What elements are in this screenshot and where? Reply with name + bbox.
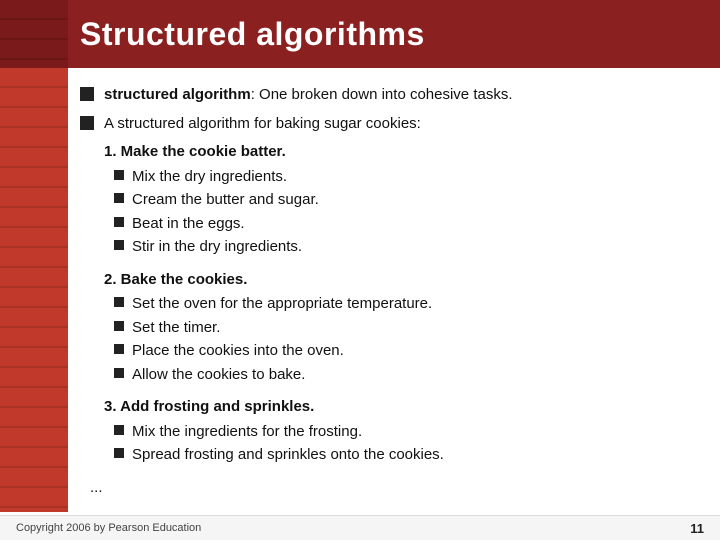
sub-bullet-marker [114,193,124,203]
section-1-title: 1. Make the cookie batter. [104,141,696,164]
bullet-1-term: structured algorithm [104,86,251,103]
footer: Copyright 2006 by Pearson Education 11 [0,515,720,540]
sub-bullet-2-3-text: Place the cookies into the oven. [132,340,344,363]
sub-bullet-1-2-text: Cream the butter and sugar. [132,189,319,212]
slide-content: structured algorithm: One broken down in… [0,68,720,515]
section-3: 3. Add frosting and sprinkles. Mix the i… [104,396,696,467]
sub-bullet-1-3-text: Beat in the eggs. [132,213,245,236]
sub-bullet-3-2: Spread frosting and sprinkles onto the c… [114,444,696,467]
sub-bullet-marker [114,297,124,307]
slide: Structured algorithms structured algorit… [0,0,720,540]
section-2-title: 2. Bake the cookies. [104,269,696,292]
sub-bullet-1-4: Stir in the dry ingredients. [114,236,696,259]
sub-bullet-3-1-text: Mix the ingredients for the frosting. [132,421,362,444]
sub-bullet-marker [114,425,124,435]
section-1: 1. Make the cookie batter. Mix the dry i… [104,141,696,259]
header: Structured algorithms [0,0,720,68]
bullet-marker-1 [80,87,94,101]
bullet-1-definition: : One broken down into cohesive tasks. [251,86,513,103]
sub-bullet-marker [114,321,124,331]
sub-bullet-1-3: Beat in the eggs. [114,213,696,236]
bullet-item-2: A structured algorithm for baking sugar … [80,113,696,136]
sub-bullet-3-2-text: Spread frosting and sprinkles onto the c… [132,444,444,467]
sub-bullet-1-1: Mix the dry ingredients. [114,166,696,189]
bullet-item-1: structured algorithm: One broken down in… [80,84,696,107]
sub-bullet-marker [114,344,124,354]
sub-bullet-2-2-text: Set the timer. [132,317,220,340]
sub-bullet-marker [114,240,124,250]
ellipsis-text: ... [90,477,696,500]
sub-bullet-2-1-text: Set the oven for the appropriate tempera… [132,293,432,316]
footer-copyright: Copyright 2006 by Pearson Education [16,522,201,534]
header-brick-decoration [0,0,68,68]
sub-bullet-marker [114,217,124,227]
sub-bullet-2-1: Set the oven for the appropriate tempera… [114,293,696,316]
sub-bullet-2-2: Set the timer. [114,317,696,340]
footer-page-number: 11 [690,521,704,536]
side-brick-decoration [0,68,68,512]
sub-bullet-marker [114,368,124,378]
sub-bullet-1-4-text: Stir in the dry ingredients. [132,236,302,259]
sub-bullet-2-4-text: Allow the cookies to bake. [132,364,305,387]
section-3-title: 3. Add frosting and sprinkles. [104,396,696,419]
sub-bullet-3-1: Mix the ingredients for the frosting. [114,421,696,444]
section-2: 2. Bake the cookies. Set the oven for th… [104,269,696,387]
bullet-2-intro: A structured algorithm for baking sugar … [104,115,421,132]
sub-bullet-1-1-text: Mix the dry ingredients. [132,166,287,189]
sub-bullet-1-2: Cream the butter and sugar. [114,189,696,212]
sub-bullet-marker [114,448,124,458]
bullet-1-text: structured algorithm: One broken down in… [104,84,696,107]
sub-bullet-marker [114,170,124,180]
sub-bullet-2-4: Allow the cookies to bake. [114,364,696,387]
sub-bullet-2-3: Place the cookies into the oven. [114,340,696,363]
slide-title: Structured algorithms [80,16,425,53]
bullet-2-text: A structured algorithm for baking sugar … [104,113,696,136]
bullet-marker-2 [80,116,94,130]
